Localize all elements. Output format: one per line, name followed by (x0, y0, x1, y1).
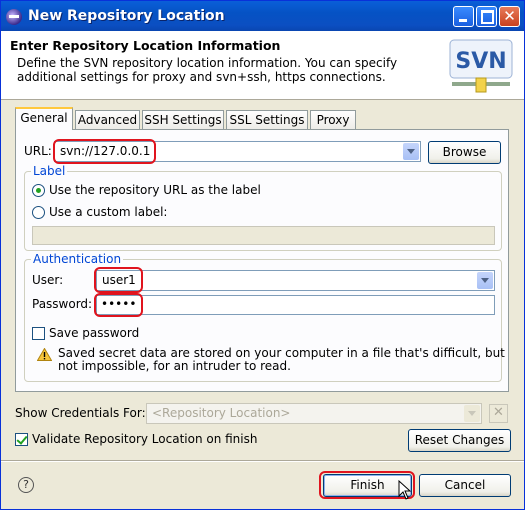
minimize-button[interactable] (453, 6, 474, 27)
tab-ssh-settings[interactable]: SSH Settings (142, 110, 224, 130)
password-value: ••••• (101, 297, 137, 311)
user-combo[interactable]: user1 (96, 270, 495, 291)
radio-repo-url-label[interactable]: Use the repository URL as the label (49, 183, 261, 197)
reset-changes-button[interactable]: Reset Changes (408, 429, 511, 452)
cancel-button[interactable]: Cancel (419, 474, 511, 497)
browse-button[interactable]: Browse (428, 141, 501, 164)
radio-custom-label-text[interactable]: Use a custom label: (49, 205, 167, 219)
credentials-label: Show Credentials For: (15, 406, 146, 420)
password-label: Password: (32, 297, 93, 311)
dialog-window: New Repository Location ✕ Enter Reposito… (0, 0, 525, 510)
tab-advanced[interactable]: Advanced (75, 110, 140, 130)
warning-line-2: not impossible, for an intruder to read. (58, 359, 291, 373)
password-input[interactable]: ••••• (96, 295, 495, 315)
tab-general[interactable]: General (15, 107, 73, 130)
warning-icon (37, 348, 52, 361)
save-password-label[interactable]: Save password (49, 326, 139, 340)
chevron-down-icon[interactable] (477, 272, 493, 289)
chevron-down-icon[interactable] (464, 405, 480, 422)
validate-checkbox[interactable] (15, 433, 28, 446)
url-label: URL: (24, 144, 52, 158)
clear-credentials-button[interactable]: ✕ (489, 404, 508, 423)
url-combo[interactable]: svn://127.0.0.1 (54, 141, 421, 162)
svn-logo-text: SVN (455, 49, 506, 74)
help-icon[interactable]: ? (18, 477, 34, 493)
warning-line-1: Saved secret data are stored on your com… (58, 346, 505, 360)
mouse-pointer-icon (398, 480, 412, 500)
user-label: User: (32, 273, 64, 287)
radio-custom-label[interactable] (32, 206, 45, 219)
wizard-header: Enter Repository Location Information De… (1, 31, 524, 100)
close-button[interactable]: ✕ (499, 6, 520, 27)
svn-logo-icon: SVN (449, 39, 513, 93)
tab-ssl-settings[interactable]: SSL Settings (226, 110, 308, 130)
window-title: New Repository Location (28, 8, 225, 24)
url-value: svn://127.0.0.1 (60, 144, 151, 158)
credentials-combo[interactable]: <Repository Location> (146, 403, 482, 424)
credentials-placeholder: <Repository Location> (152, 406, 291, 420)
eclipse-icon (6, 9, 22, 25)
tab-proxy[interactable]: Proxy (310, 110, 356, 130)
chevron-down-icon[interactable] (403, 143, 419, 160)
user-value: user1 (102, 273, 136, 287)
validate-label[interactable]: Validate Repository Location on finish (32, 432, 257, 446)
bottom-separator (1, 460, 524, 462)
save-password-checkbox[interactable] (32, 327, 45, 340)
custom-label-input[interactable] (32, 226, 495, 245)
label-group-title: Label (31, 164, 68, 178)
header-description: Define the SVN repository location infor… (17, 56, 398, 84)
authentication-group-title: Authentication (31, 252, 124, 266)
radio-repo-url[interactable] (32, 184, 45, 197)
maximize-button[interactable] (476, 6, 497, 27)
header-title: Enter Repository Location Information (10, 38, 281, 53)
title-bar[interactable]: New Repository Location ✕ (1, 1, 524, 31)
